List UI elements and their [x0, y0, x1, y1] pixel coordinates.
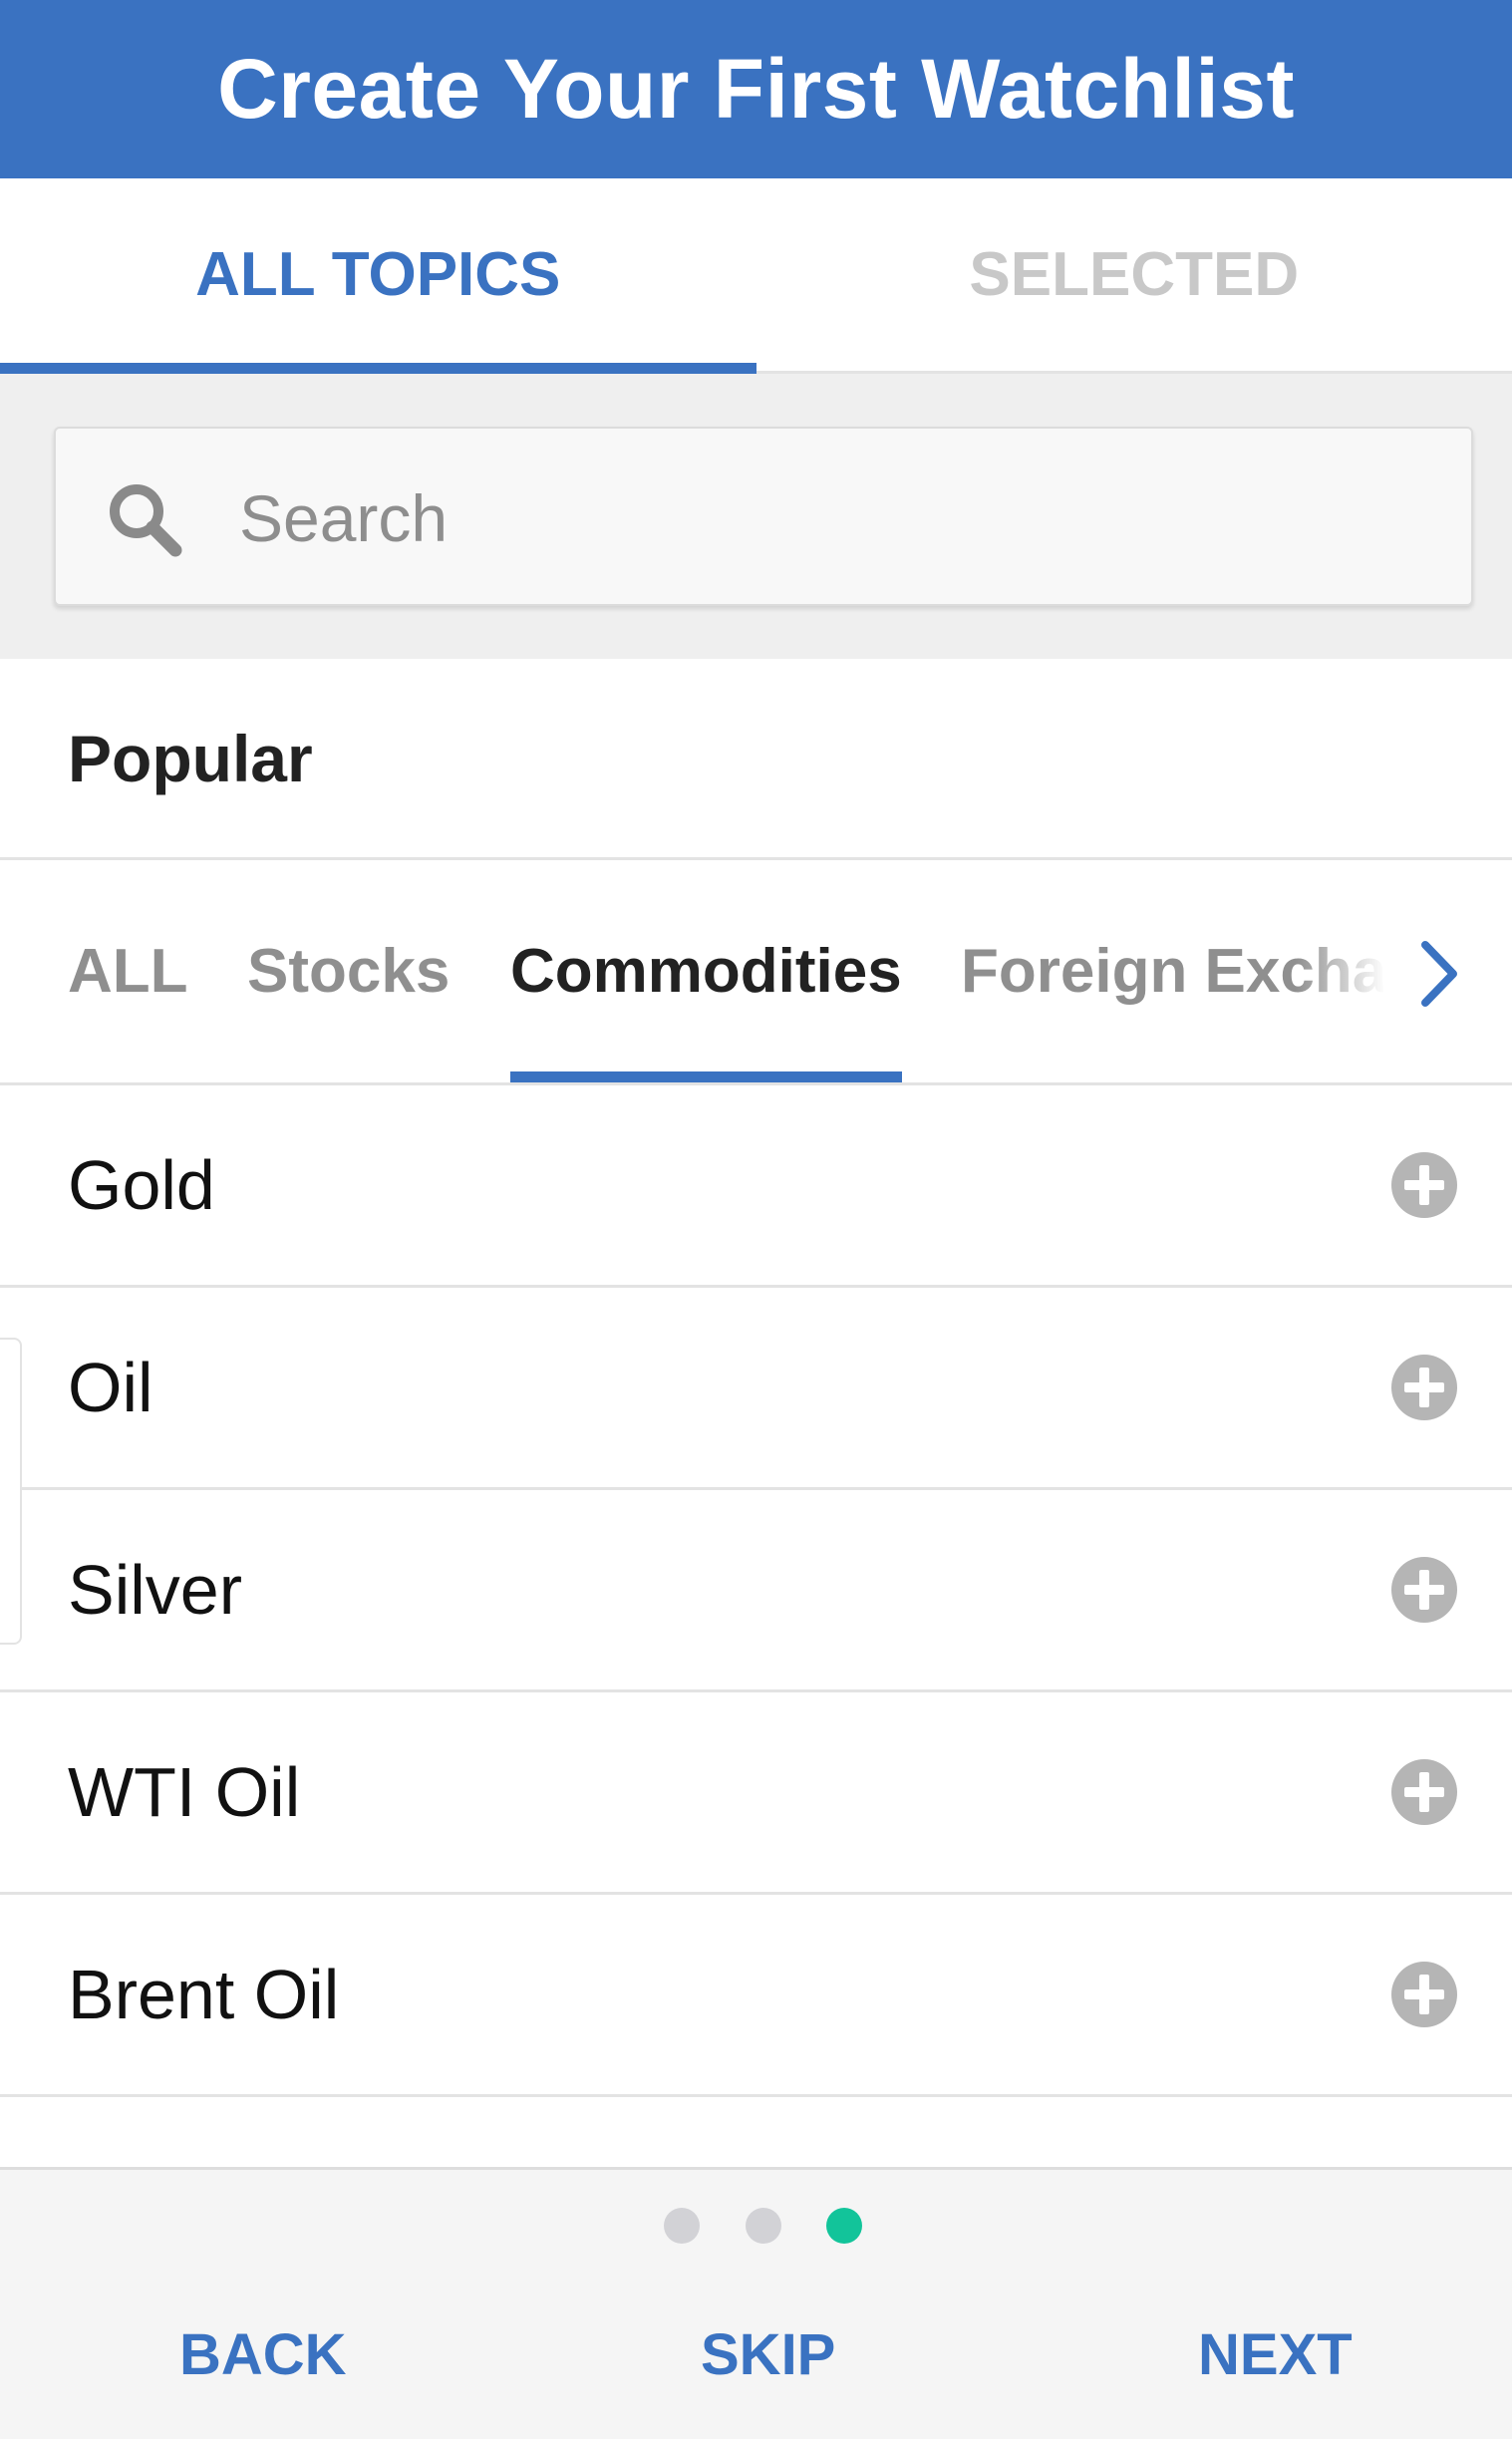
tab-all-topics[interactable]: ALL TOPICS	[0, 178, 756, 374]
search-input[interactable]	[239, 458, 1435, 578]
back-button[interactable]: BACK	[179, 2299, 347, 2409]
page-dot	[664, 2208, 700, 2244]
search-icon	[110, 484, 182, 557]
list-item[interactable]: Gold	[0, 1085, 1512, 1288]
tab-all-topics-label: ALL TOPICS	[195, 240, 561, 309]
list-item-label: Silver	[68, 1551, 243, 1629]
list-item-label: Gold	[68, 1146, 215, 1224]
tab-selected[interactable]: SELECTED	[756, 178, 1512, 371]
list-item[interactable]: Brent Oil	[0, 1895, 1512, 2097]
chevron-right-icon[interactable]	[1415, 939, 1465, 1009]
list-item[interactable]: Oil	[0, 1288, 1512, 1490]
search-box[interactable]	[54, 427, 1473, 606]
search-area	[0, 374, 1512, 659]
category-tab-stocks[interactable]: Stocks	[247, 860, 450, 1082]
category-tab-commodities-label: Commodities	[510, 937, 902, 1006]
side-drawer-handle[interactable]	[0, 1338, 22, 1645]
list-item-label: Brent Oil	[68, 1956, 340, 2033]
category-tabs: ALL Stocks Commodities Foreign Exchange	[0, 860, 1512, 1085]
list-item[interactable]: Silver	[0, 1490, 1512, 1692]
plus-circle-icon[interactable]	[1390, 1151, 1458, 1219]
next-button[interactable]: NEXT	[1198, 2299, 1353, 2409]
page-dot	[826, 2208, 862, 2244]
plus-circle-icon[interactable]	[1390, 1354, 1458, 1421]
section-title: Popular	[68, 722, 313, 795]
footer-bar: BACK SKIP NEXT	[0, 2167, 1512, 2439]
topic-list: Gold Oil Silver WTI Oil Brent Oil	[0, 1085, 1512, 2097]
plus-circle-icon[interactable]	[1390, 1556, 1458, 1624]
category-tab-all-label: ALL	[68, 937, 188, 1006]
app-header: Create Your First Watchlist	[0, 0, 1512, 178]
tab-selected-label: SELECTED	[969, 240, 1300, 309]
page-dot	[746, 2208, 781, 2244]
active-tab-indicator	[0, 363, 756, 374]
list-item-label: Oil	[68, 1349, 153, 1426]
active-category-indicator	[510, 1071, 902, 1082]
page-title: Create Your First Watchlist	[217, 42, 1295, 136]
skip-button[interactable]: SKIP	[701, 2299, 835, 2409]
plus-circle-icon[interactable]	[1390, 1961, 1458, 2028]
section-header: Popular	[0, 659, 1512, 860]
category-overflow-fade	[1296, 860, 1385, 1082]
list-item[interactable]: WTI Oil	[0, 1692, 1512, 1895]
category-tab-all[interactable]: ALL	[68, 860, 188, 1082]
list-item-label: WTI Oil	[68, 1753, 301, 1831]
category-tab-commodities[interactable]: Commodities	[510, 860, 902, 1082]
top-tabs: ALL TOPICS SELECTED	[0, 178, 1512, 374]
plus-circle-icon[interactable]	[1390, 1758, 1458, 1826]
category-tab-stocks-label: Stocks	[247, 937, 451, 1006]
